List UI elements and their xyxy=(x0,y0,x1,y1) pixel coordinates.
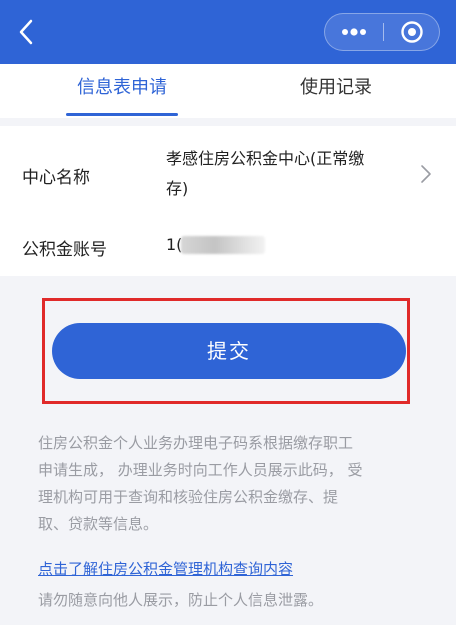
privacy-warning: 请勿随意向他人展示，防止个人信息泄露。 xyxy=(38,591,324,609)
disclaimer-line: 理机构可用于查询和核验住房公积金缴存、提 xyxy=(38,488,339,506)
center-name-value-line1: 孝感住房公积金中心(正常缴 xyxy=(166,149,365,168)
submit-button[interactable]: 提交 xyxy=(52,323,406,379)
disclaimer-text: 住房公积金个人业务办理电子码系根据缴存职工 申请生成， 办理业务时向工作人员展示… xyxy=(38,430,422,538)
center-name-label: 中心名称 xyxy=(22,168,90,188)
center-name-value-line2: 存) xyxy=(166,179,189,198)
disclaimer-line: 取、贷款等信息。 xyxy=(38,515,159,533)
redacted-account-number xyxy=(181,236,265,254)
agency-query-link[interactable]: 点击了解住房公积金管理机构查询内容 xyxy=(38,558,293,579)
tab-bar: 信息表申请 使用记录 xyxy=(0,64,456,118)
disclaimer-line: 住房公积金个人业务办理电子码系根据缴存职工 xyxy=(38,434,354,452)
target-close-icon xyxy=(401,21,423,43)
more-dots-icon xyxy=(342,28,366,36)
mini-program-capsule xyxy=(324,13,440,51)
active-tab-indicator xyxy=(66,113,178,116)
chevron-right-icon xyxy=(421,165,431,183)
account-number-value: 1( xyxy=(166,235,183,254)
navigation-bar xyxy=(0,0,456,64)
chevron-left-icon xyxy=(19,19,33,45)
close-button[interactable] xyxy=(384,14,440,50)
back-button[interactable] xyxy=(10,14,42,50)
disclaimer-line: 申请生成， 办理业务时向工作人员展示此码， 受 xyxy=(38,461,363,479)
tab-info-application[interactable]: 信息表申请 xyxy=(62,64,182,118)
account-number-label: 公积金账号 xyxy=(22,240,107,260)
more-button[interactable] xyxy=(325,14,383,50)
tab-usage-records[interactable]: 使用记录 xyxy=(276,64,396,118)
